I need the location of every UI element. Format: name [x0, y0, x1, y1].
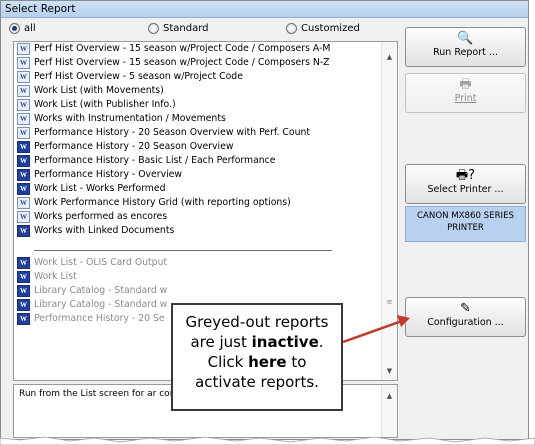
report-list-item-label: Works performed as encores [34, 211, 168, 222]
word-document-icon: W [17, 313, 30, 325]
report-list-item[interactable]: W Perf Hist Overview - 5 season w/Project… [14, 70, 382, 84]
filter-option-all[interactable]: all [9, 23, 36, 34]
report-list-item-label: Work List [34, 271, 77, 282]
word-document-icon: W [17, 85, 30, 97]
report-list-item-label: Work List - OLIS Card Output [34, 257, 168, 268]
word-document-icon: W [17, 225, 30, 237]
report-list-item[interactable]: W Work Performance History Grid (with rep… [14, 196, 382, 210]
report-list-item[interactable]: W Works performed as encores [14, 210, 382, 224]
filter-option-standard[interactable]: Standard [148, 23, 209, 34]
report-list-item-label: Perf Hist Overview - 5 season w/Project … [34, 71, 243, 82]
report-list-scrollbar[interactable]: ▲ ≡ ▼ [381, 42, 397, 380]
run-report-label: Run Report ... [433, 47, 498, 58]
report-list-item[interactable]: W Perf Hist Overview - 15 season w/Projec… [14, 56, 382, 70]
filter-radio-group: all Standard Customized [5, 21, 395, 39]
report-list-item-label: Performance History - 20 Season Overview [34, 141, 234, 152]
window-title: Select Report [1, 1, 528, 18]
word-document-icon: W [17, 271, 30, 283]
print-label: Print [454, 93, 477, 104]
report-list-item-label: Performance History - Basic List / Each … [34, 155, 276, 166]
report-list-item[interactable]: W Library Catalog - Standard w [14, 284, 382, 298]
report-list-item-label: Work Performance History Grid (with repo… [34, 197, 291, 208]
word-document-icon: W [17, 155, 30, 167]
filter-standard-label: Standard [163, 23, 209, 34]
report-list-item-label: Library Catalog - Standard w [34, 299, 168, 310]
callout-line-1: Greyed-out reports [185, 313, 329, 331]
printer-icon: 🖶 [459, 77, 472, 92]
report-list-item[interactable]: W Performance History - Overview [14, 168, 382, 182]
word-document-icon: W [17, 141, 30, 153]
configuration-label: Configuration ... [427, 317, 504, 328]
list-separator [14, 238, 382, 256]
word-document-icon: W [17, 197, 30, 209]
filter-option-customized[interactable]: Customized [286, 23, 360, 34]
desc-scroll-up-icon[interactable]: ▲ [382, 389, 397, 403]
word-document-icon: W [17, 285, 30, 297]
word-document-icon: W [17, 43, 30, 55]
report-list-item[interactable]: W Work List - Works Performed [14, 182, 382, 196]
word-document-icon: W [17, 169, 30, 181]
torn-edge-decoration [0, 436, 535, 445]
report-list-item[interactable]: W Performance History - 20 Season Overvie… [14, 126, 382, 140]
select-printer-button[interactable]: 🖶? Select Printer ... [405, 164, 526, 204]
report-list-item[interactable]: W Work List - OLIS Card Output [14, 256, 382, 270]
filter-all-label: all [24, 23, 36, 34]
report-list-item[interactable]: W Work List (with Publisher Info.) [14, 98, 382, 112]
word-document-icon: W [17, 211, 30, 223]
report-list-item-label: Work List (with Movements) [34, 85, 164, 96]
configuration-button[interactable]: ✎ Configuration ... [405, 297, 526, 337]
word-document-icon: W [17, 71, 30, 83]
description-scrollbar[interactable]: ▲ [381, 385, 397, 437]
edit-page-icon: ✎ [460, 301, 471, 316]
word-document-icon: W [17, 127, 30, 139]
report-list-item-label: Library Catalog - Standard w [34, 285, 168, 296]
report-list-item-label: Works with Instrumentation / Movements [34, 113, 226, 124]
report-list-item-label: Work List (with Publisher Info.) [34, 99, 176, 110]
report-list-item[interactable]: W Performance History - 20 Season Overvie… [14, 140, 382, 154]
word-document-icon: W [17, 183, 30, 195]
print-button[interactable]: 🖶 Print [405, 73, 526, 113]
report-list-item[interactable]: W Performance History - Basic List / Each… [14, 154, 382, 168]
word-document-icon: W [17, 57, 30, 69]
filter-customized-label: Customized [301, 23, 360, 34]
radio-all-indicator[interactable] [9, 23, 20, 34]
run-report-button[interactable]: 🔍 Run Report ... [405, 27, 526, 67]
magnifier-page-icon: 🔍 [457, 31, 474, 46]
radio-customized-indicator[interactable] [286, 23, 297, 34]
selected-printer-name: CANON MX860 SERIES PRINTER [405, 206, 526, 242]
word-document-icon: W [17, 99, 30, 111]
report-list-item-label: Works with Linked Documents [34, 225, 175, 236]
report-list-item[interactable]: W Works with Instrumentation / Movements [14, 112, 382, 126]
radio-standard-indicator[interactable] [148, 23, 159, 34]
report-list-item[interactable]: W Perf Hist Overview - 15 season w/Projec… [14, 42, 382, 56]
report-list-item[interactable]: W Work List (with Movements) [14, 84, 382, 98]
callout-line-3: Click here to [207, 353, 307, 371]
report-list-item-label: Work List - Works Performed [34, 183, 166, 194]
report-list-item-label: Performance History - 20 Season Overview… [34, 127, 311, 138]
select-printer-label: Select Printer ... [427, 184, 504, 195]
report-list-item-label: Perf Hist Overview - 15 season w/Project… [34, 57, 330, 68]
report-list-item-label: Performance History - 20 Se [34, 313, 165, 324]
printer-question-icon: 🖶? [455, 168, 476, 183]
word-document-icon: W [17, 113, 30, 125]
callout-line-4: activate reports. [195, 373, 319, 391]
scroll-down-icon[interactable]: ▼ [382, 364, 397, 378]
word-document-icon: W [17, 257, 30, 269]
report-list-item-label: Perf Hist Overview - 15 season w/Project… [34, 43, 331, 54]
word-document-icon: W [17, 299, 30, 311]
scroll-grip-icon[interactable]: ≡ [385, 298, 394, 306]
scroll-up-icon[interactable]: ▲ [382, 50, 397, 64]
callout-line-2: are just inactive. [190, 333, 324, 351]
report-list-item-label: Performance History - Overview [34, 169, 182, 180]
annotation-callout: Greyed-out reports are just inactive. Cl… [171, 303, 343, 411]
report-list-item[interactable]: W Works with Linked Documents [14, 224, 382, 238]
report-list-items: W Perf Hist Overview - 15 season w/Projec… [14, 42, 382, 326]
report-list-item[interactable]: W Work List [14, 270, 382, 284]
